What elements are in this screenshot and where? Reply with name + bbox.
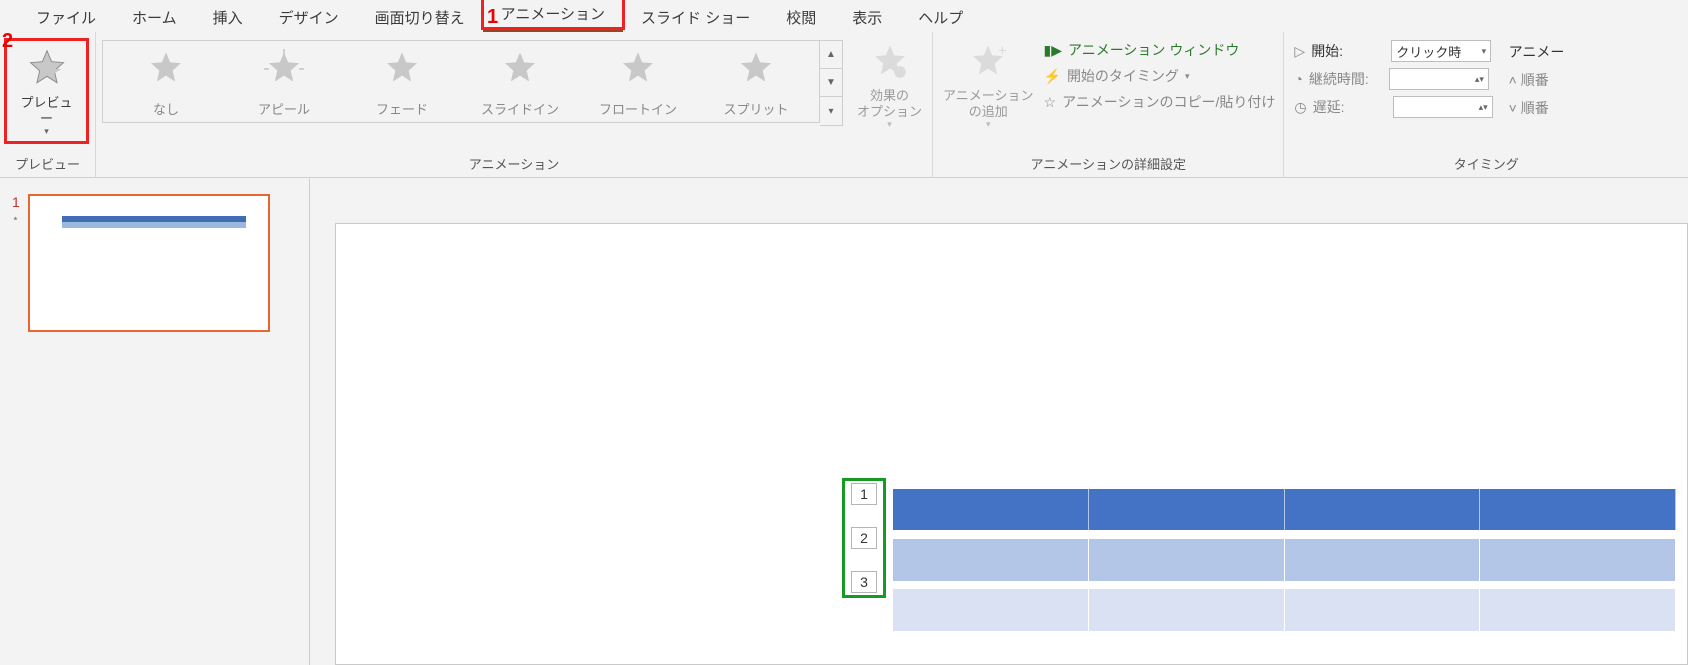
chevron-down-icon: ▾ (44, 126, 49, 137)
start-label: 開始: (1311, 41, 1385, 61)
move-earlier-label: 順番 (1521, 72, 1549, 88)
gallery-up-button[interactable]: ▲ (820, 41, 842, 69)
trigger-label: 開始のタイミング (1067, 66, 1179, 86)
thumbnail-number: 1 (12, 194, 20, 210)
painter-label: アニメーションのコピー/貼り付け (1062, 92, 1275, 112)
gallery-fade[interactable]: フェード (357, 45, 447, 118)
gallery-split[interactable]: スプリット (711, 45, 801, 118)
add-animation-label: アニメーション の追加 (943, 88, 1033, 119)
animation-tag-3[interactable]: 3 (851, 571, 877, 593)
star-icon (614, 45, 662, 93)
tab-insert[interactable]: 挿入 (195, 1, 261, 32)
gallery-slidein[interactable]: スライドイン (475, 45, 565, 118)
chevron-down-icon: ▾ (1482, 46, 1487, 57)
animation-pane-label: アニメーション ウィンドウ (1068, 40, 1239, 60)
animation-pane-button[interactable]: ▮▶ アニメーション ウィンドウ (1044, 40, 1276, 60)
tab-file[interactable]: ファイル (18, 1, 114, 32)
gallery-none[interactable]: なし (121, 45, 211, 118)
workspace: 1 ⋆ 1 2 3 (0, 178, 1688, 665)
gallery-down-button[interactable]: ▼ (820, 69, 842, 97)
chevron-up-icon: ˄ (1509, 72, 1517, 88)
animation-pane-icon: ▮▶ (1044, 42, 1062, 59)
group-label-animation: アニメーション (100, 152, 928, 177)
star-burst-icon (260, 45, 308, 93)
slide-table[interactable] (893, 489, 1676, 631)
thumbnail-panel: 1 ⋆ (0, 178, 310, 665)
preview-button[interactable]: プレビュー ▾ (9, 43, 84, 139)
effect-options-label: 効果の オプション (857, 88, 922, 119)
delay-input[interactable]: ▴▾ (1393, 96, 1493, 118)
spinner-icon: ▴▾ (1479, 102, 1488, 113)
gallery-fade-label: フェード (376, 99, 428, 118)
annotation-1: 1 (487, 6, 498, 29)
effect-options-button[interactable]: 効果の オプション ▾ (851, 36, 928, 132)
tab-design[interactable]: デザイン (261, 1, 357, 32)
gallery-appear[interactable]: アピール (239, 45, 329, 118)
gallery-more-button[interactable]: ▾ (820, 97, 842, 125)
tab-view[interactable]: 表示 (834, 1, 900, 32)
star-icon (732, 45, 780, 93)
annotation-2: 2 (2, 30, 13, 53)
painter-icon: ☆ (1044, 94, 1057, 111)
chevron-down-icon: ˅ (1509, 100, 1517, 116)
animation-tag-1[interactable]: 1 (851, 483, 877, 505)
slide-thumbnail-1[interactable] (28, 194, 270, 332)
animation-tag-2[interactable]: 2 (851, 527, 877, 549)
duration-input[interactable]: ▴▾ (1389, 68, 1489, 90)
gallery-floatin[interactable]: フロートイン (593, 45, 683, 118)
add-animation-button[interactable]: + アニメーション の追加 ▾ (937, 36, 1039, 132)
preview-label: プレビュー (15, 95, 78, 126)
trigger-icon: ⚡ (1044, 68, 1061, 85)
animation-order-highlight: 1 2 3 (842, 478, 886, 598)
svg-text:+: + (998, 42, 1007, 59)
trigger-button[interactable]: ⚡ 開始のタイミング ▾ (1044, 66, 1276, 86)
tab-review[interactable]: 校閲 (768, 1, 834, 32)
gallery-appear-label: アピール (258, 99, 310, 118)
tab-help[interactable]: ヘルプ (900, 1, 981, 32)
start-play-icon: ▷ (1294, 43, 1305, 60)
tab-transition[interactable]: 画面切り替え (357, 1, 483, 32)
add-animation-icon: + (964, 38, 1012, 86)
move-later-button[interactable]: ˅ 順番 (1509, 98, 1565, 118)
spinner-icon: ▴▾ (1475, 74, 1484, 85)
move-earlier-button[interactable]: ˄ 順番 (1509, 70, 1565, 90)
chevron-down-icon: ▾ (887, 119, 892, 130)
thumbnail-content (62, 222, 246, 228)
start-value: クリック時 (1396, 42, 1461, 61)
group-label-advanced: アニメーションの詳細設定 (937, 152, 1279, 177)
reorder-header: アニメー (1509, 42, 1565, 62)
duration-clock-icon: ◔ (1294, 71, 1302, 87)
duration-label: 継続時間: (1309, 69, 1383, 89)
tab-home[interactable]: ホーム (114, 1, 195, 32)
gallery-none-label: なし (153, 99, 179, 118)
gallery-split-label: スプリット (723, 99, 788, 118)
delay-label: 遅延: (1313, 97, 1387, 117)
group-label-preview: プレビュー (4, 152, 91, 177)
ribbon-tabs: ファイル ホーム 挿入 デザイン 画面切り替え アニメーション スライド ショー… (0, 0, 1688, 32)
effect-options-icon (866, 38, 914, 86)
chevron-down-icon: ▾ (986, 119, 991, 130)
animation-painter-button[interactable]: ☆ アニメーションのコピー/貼り付け (1044, 92, 1276, 112)
start-dropdown[interactable]: クリック時 ▾ (1391, 40, 1491, 62)
thumbnail-animation-icon: ⋆ (12, 212, 20, 225)
delay-clock-icon: ◷ (1294, 99, 1306, 116)
star-icon (496, 45, 544, 93)
tab-slideshow[interactable]: スライド ショー (623, 1, 768, 32)
move-later-label: 順番 (1521, 100, 1549, 116)
tab-animation[interactable]: アニメーション (483, 0, 623, 32)
preview-star-icon (23, 45, 71, 93)
gallery-slidein-label: スライドイン (481, 99, 559, 118)
star-icon (378, 45, 426, 93)
chevron-down-icon: ▾ (1185, 71, 1190, 82)
gallery-scrollbar: ▲ ▼ ▾ (820, 40, 843, 126)
star-icon (142, 45, 190, 93)
slide-canvas-area: 1 2 3 (310, 178, 1688, 665)
animation-gallery[interactable]: なし アピール フェード スライドイン (102, 40, 820, 123)
ribbon: プレビュー ▾ プレビュー なし アピール (0, 32, 1688, 178)
gallery-floatin-label: フロートイン (599, 99, 677, 118)
group-label-timing: タイミング (1288, 152, 1684, 177)
